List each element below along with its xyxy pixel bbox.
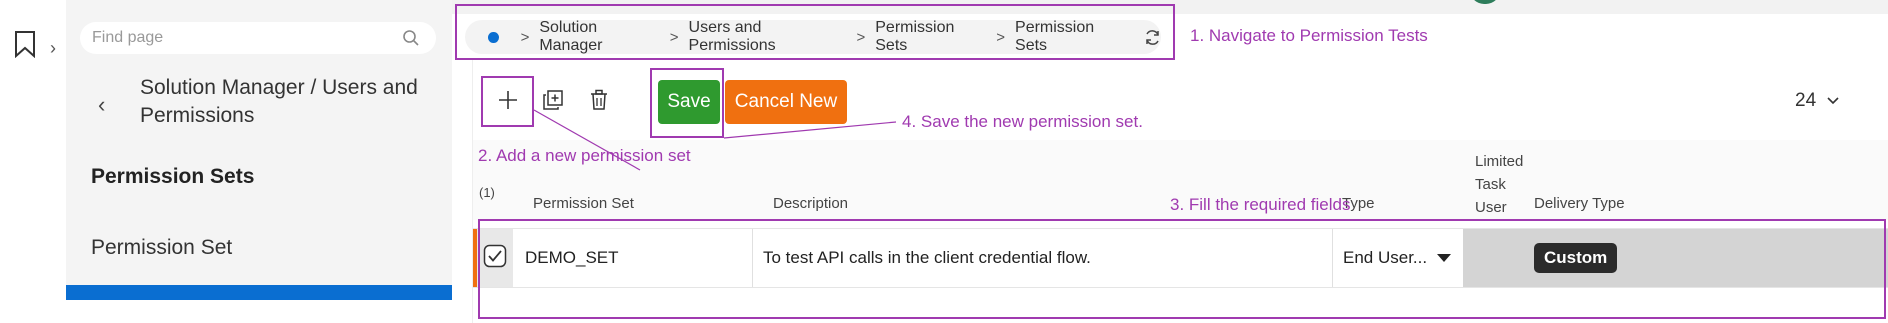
copy-icon bbox=[542, 89, 564, 116]
page-size-value: 24 bbox=[1795, 90, 1817, 111]
annotation-box-add bbox=[481, 76, 534, 127]
back-chevron-icon[interactable]: ‹ bbox=[98, 92, 105, 118]
column-header-permission-set[interactable]: Permission Set bbox=[533, 195, 634, 212]
annotation-box-save bbox=[650, 68, 724, 138]
nav-item-permission-set[interactable]: Permission Set bbox=[91, 236, 232, 260]
annotation-step-4: 4. Save the new permission set. bbox=[902, 112, 1143, 131]
column-header-limited-task-user[interactable]: Limited Task User bbox=[1475, 150, 1535, 219]
navigation-panel: ‹ Solution Manager / Users and Permissio… bbox=[66, 0, 452, 300]
annotation-box-breadcrumb bbox=[455, 4, 1175, 60]
cancel-new-button[interactable]: Cancel New bbox=[725, 80, 847, 124]
nav-heading: Permission Sets bbox=[91, 165, 255, 188]
annotation-step-2: 2. Add a new permission set bbox=[478, 146, 691, 165]
copy-button[interactable] bbox=[538, 87, 568, 117]
delete-button[interactable] bbox=[584, 87, 614, 117]
annotation-step-1: 1. Navigate to Permission Tests bbox=[1190, 26, 1428, 45]
search-icon[interactable] bbox=[402, 29, 420, 52]
find-page-input[interactable] bbox=[92, 28, 392, 48]
bookmark-icon[interactable] bbox=[14, 30, 36, 63]
column-header-description[interactable]: Description bbox=[773, 195, 848, 212]
trash-icon bbox=[589, 89, 609, 116]
left-rail: › bbox=[0, 0, 66, 323]
nav-section-title: Solution Manager / Users and Permissions bbox=[140, 76, 418, 127]
annotation-step-3: 3. Fill the required fields bbox=[1170, 195, 1351, 214]
chevron-down-icon bbox=[1826, 90, 1840, 112]
page-size-select[interactable]: 24 bbox=[1795, 90, 1840, 112]
column-header-delivery-type[interactable]: Delivery Type bbox=[1534, 195, 1625, 212]
find-page-search bbox=[80, 22, 436, 54]
selection-count: (1) bbox=[479, 185, 495, 200]
nav-selected-item[interactable] bbox=[66, 285, 452, 300]
chevron-right-icon[interactable]: › bbox=[50, 38, 56, 59]
annotation-box-row bbox=[478, 219, 1886, 319]
